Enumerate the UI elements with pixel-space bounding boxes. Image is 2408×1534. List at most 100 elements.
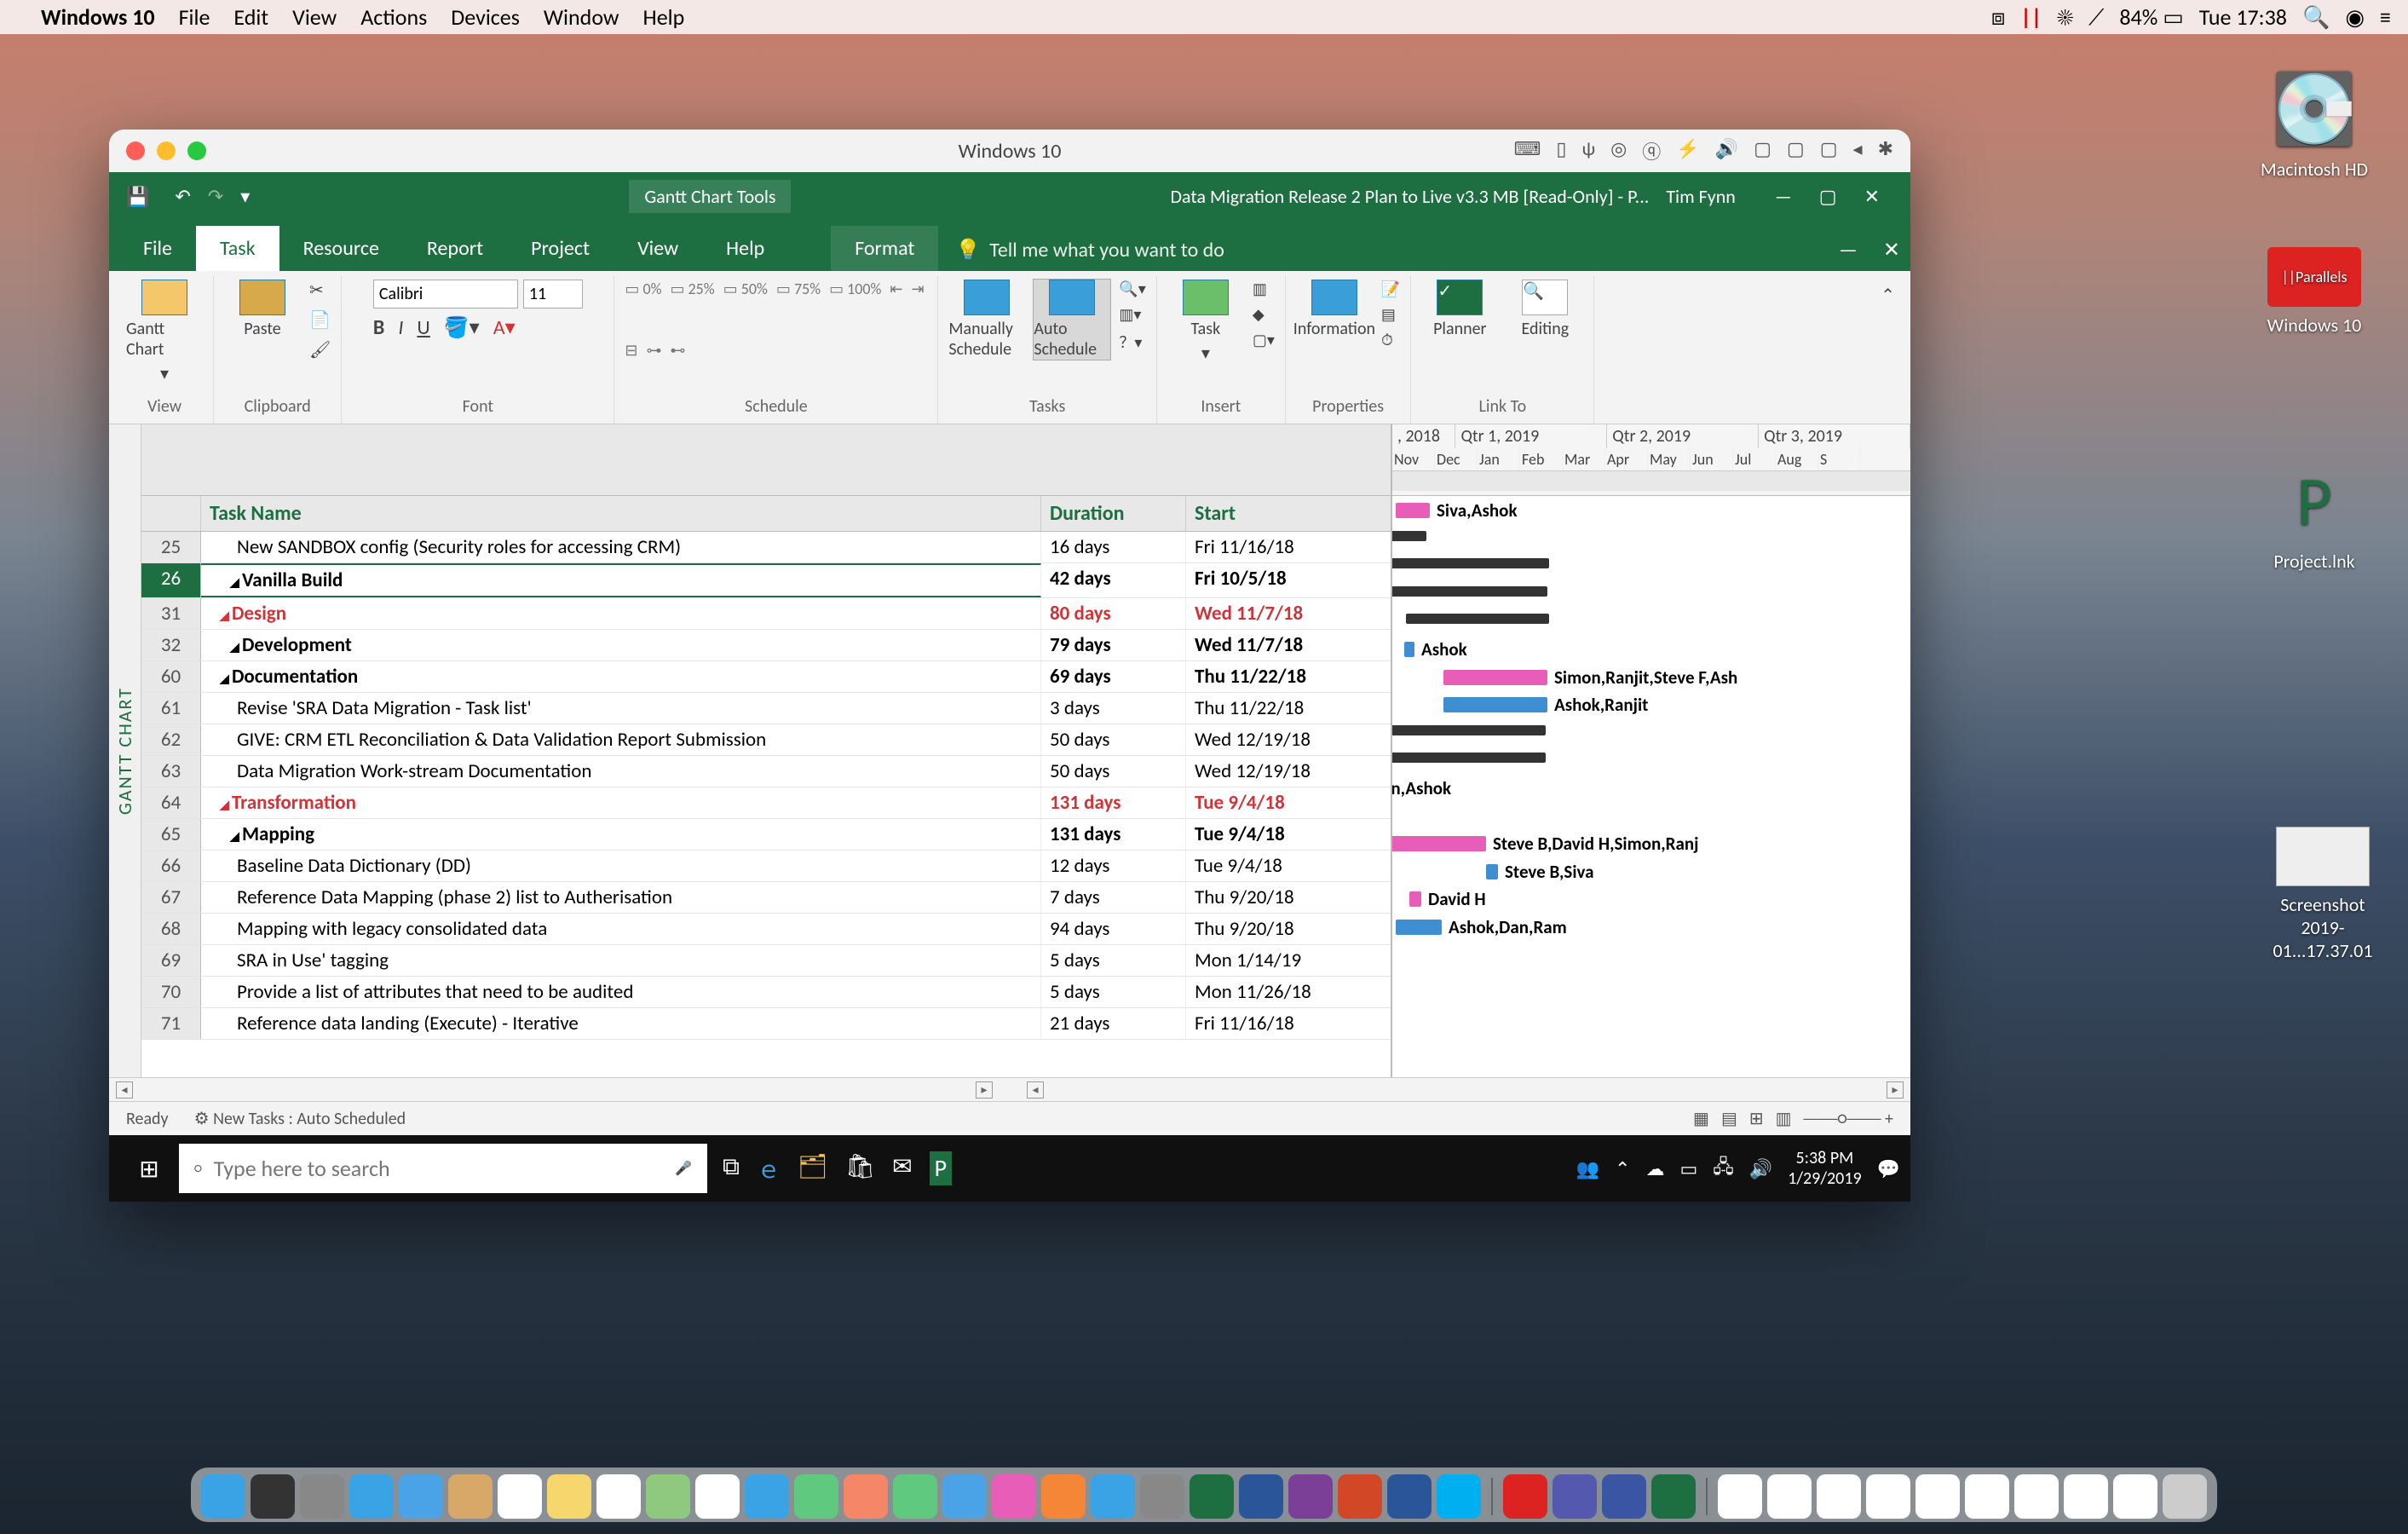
desktop-icon-macintosh-hd[interactable]: 💽Macintosh HD [2255, 68, 2374, 181]
search-input[interactable] [214, 1155, 663, 1182]
deliverable-button[interactable]: ▢▾ [1253, 331, 1275, 349]
clock[interactable]: Tue 17:38 [2199, 3, 2287, 31]
column-start[interactable]: Start [1186, 496, 1392, 531]
subwin-close-button[interactable]: ✕ [1883, 238, 1900, 262]
action-center-icon[interactable]: 💬 [1877, 1157, 1900, 1180]
display-vm-icon[interactable]: ▢ [1754, 137, 1771, 164]
paste-button[interactable]: Paste [224, 280, 301, 339]
unlink-tasks-button[interactable]: ⊷ [670, 341, 685, 360]
dock-launchpad-icon[interactable] [300, 1474, 344, 1519]
dock-excel-icon[interactable] [1190, 1474, 1234, 1519]
dock-outlook-icon[interactable] [1387, 1474, 1432, 1519]
tray-volume-icon[interactable]: 🔊 [1749, 1157, 1772, 1180]
gantt-bar[interactable] [1392, 753, 1546, 763]
start-button[interactable]: ⊞ [119, 1154, 179, 1184]
notifications-icon[interactable]: ≡ [2380, 3, 2391, 31]
dock-onenote-icon[interactable] [1288, 1474, 1333, 1519]
dock-itunes-icon[interactable] [992, 1474, 1036, 1519]
dock-ibooks-icon[interactable] [1041, 1474, 1086, 1519]
desktop-icon-screenshot[interactable]: Screenshot 2019-01...17.37.01 [2263, 827, 2382, 962]
table-row[interactable]: 65◢ Mapping131 daysTue 9/4/18 [141, 819, 1391, 851]
display-icon[interactable]: ☀ [2057, 3, 2073, 31]
indent-button[interactable]: ⇥ [911, 280, 924, 298]
dropbox-icon[interactable]: ⧈ [1991, 3, 2006, 32]
dock-keynote-icon[interactable] [942, 1474, 987, 1519]
font-name-input[interactable] [373, 280, 518, 309]
tab-help[interactable]: Help [702, 226, 788, 271]
dock-maps-icon[interactable] [646, 1474, 690, 1519]
dock-notes-icon[interactable] [547, 1474, 591, 1519]
shared-icon[interactable]: ⓠ [1642, 137, 1661, 164]
taskbar-clock[interactable]: 5:38 PM1/29/2019 [1788, 1148, 1861, 1189]
task-view-button[interactable]: ⧉ [723, 1151, 740, 1185]
table-row[interactable]: 62GIVE: CRM ETL Reconciliation & Data Va… [141, 724, 1391, 756]
timeline-button[interactable]: ⏱ [1381, 331, 1400, 349]
progress-75-button[interactable]: ▭ 75% [776, 280, 821, 298]
parallels-status-icon[interactable]: || [2020, 3, 2042, 31]
copy-button[interactable]: 📄 [309, 309, 331, 331]
menu-help[interactable]: Help [643, 3, 685, 31]
menu-edit[interactable]: Edit [233, 3, 268, 31]
table-row[interactable]: 25New SANDBOX config (Security roles for… [141, 532, 1391, 563]
wifi-icon[interactable]: ⟋ [2088, 3, 2104, 32]
progress-25-button[interactable]: ▭ 25% [670, 280, 714, 298]
picture-icon[interactable]: ▢ [1820, 137, 1838, 164]
dock-visio-icon[interactable] [1602, 1474, 1646, 1519]
gantt-bar[interactable]: Ashok [1404, 642, 1414, 657]
table-row[interactable]: 32◢ Development79 daysWed 11/7/18 [141, 630, 1391, 661]
dock-doc9-icon[interactable] [2113, 1474, 2157, 1519]
dock-mail-icon[interactable] [399, 1474, 443, 1519]
mic-icon[interactable]: 🎤 [675, 1160, 692, 1177]
view-task-usage-button[interactable]: ▤ [1721, 1108, 1737, 1129]
gantt-bar[interactable] [1406, 614, 1549, 624]
dock-numbers-icon[interactable] [893, 1474, 937, 1519]
dock-doc6-icon[interactable] [1965, 1474, 2009, 1519]
zoom-slider[interactable]: ────○──── + [1804, 1109, 1893, 1129]
tray-network-icon[interactable]: 🖧 [1713, 1152, 1734, 1185]
gantt-bar[interactable] [1392, 558, 1549, 568]
view-gantt-button[interactable]: ▦ [1693, 1108, 1709, 1129]
table-row[interactable]: 67Reference Data Mapping (phase 2) list … [141, 882, 1391, 914]
dock-trash-icon[interactable] [2163, 1474, 2207, 1519]
italic-button[interactable]: I [398, 315, 403, 340]
subwin-minimize-button[interactable]: — [1839, 238, 1858, 262]
table-row[interactable]: 69SRA in Use' tagging5 daysMon 1/14/19 [141, 945, 1391, 977]
desktop-icon-project-lnk[interactable]: PProject.lnk [2255, 460, 2374, 573]
close-button[interactable] [126, 141, 145, 160]
dock-doc1-icon[interactable] [1718, 1474, 1762, 1519]
table-row[interactable]: 60◢ Documentation69 daysThu 11/22/18 [141, 661, 1391, 693]
taskbar-edge-icon[interactable]: ｅ [757, 1151, 781, 1185]
taskbar-project-icon[interactable]: P [930, 1151, 952, 1185]
menu-actions[interactable]: Actions [360, 3, 427, 31]
taskbar-mail-icon[interactable]: ✉ [892, 1151, 912, 1185]
camera-icon[interactable]: ▢ [1787, 137, 1805, 164]
horizontal-scrollbar[interactable]: ◂▸ ◂▸ [109, 1077, 1910, 1101]
dock-calendar-icon[interactable] [498, 1474, 542, 1519]
details-button[interactable]: ▤ [1381, 305, 1400, 324]
tab-file[interactable]: File [119, 226, 196, 271]
dock-doc8-icon[interactable] [2064, 1474, 2108, 1519]
column-task-name[interactable]: Task Name [201, 496, 1041, 531]
window-restore-button[interactable]: ▢ [1819, 185, 1837, 208]
minimize-button[interactable] [157, 141, 176, 160]
zoom-button[interactable] [187, 141, 206, 160]
window-minimize-button[interactable]: — [1775, 185, 1792, 208]
dock-facetime-icon[interactable] [794, 1474, 838, 1519]
inspect-button[interactable]: 🔍▾ [1119, 280, 1145, 298]
coherence-icon[interactable]: ◂ [1853, 137, 1863, 164]
outdent-button[interactable]: ⇤ [890, 280, 902, 298]
view-team-planner-button[interactable]: ⊞ [1749, 1108, 1764, 1129]
sound-icon[interactable]: 🔊 [1715, 137, 1738, 164]
usb-icon[interactable]: ψ [1582, 137, 1596, 164]
tray-onedrive-icon[interactable]: ☁ [1645, 1157, 1664, 1180]
taskbar-explorer-icon[interactable]: 🗂 [798, 1151, 828, 1185]
battery-status[interactable]: 84% ▭ [2119, 3, 2183, 31]
fill-color-button[interactable]: 🪣▾ [444, 315, 480, 340]
cortana-icon[interactable]: ○ [194, 1161, 202, 1177]
table-row[interactable]: 71Reference data landing (Execute) - Ite… [141, 1008, 1391, 1040]
dock-doc3-icon[interactable] [1817, 1474, 1861, 1519]
bold-button[interactable]: B [373, 315, 384, 340]
settings-icon[interactable]: ✱ [1878, 137, 1893, 164]
taskbar-store-icon[interactable]: 🛍 [845, 1151, 876, 1185]
table-row[interactable]: 68Mapping with legacy consolidated data9… [141, 914, 1391, 945]
